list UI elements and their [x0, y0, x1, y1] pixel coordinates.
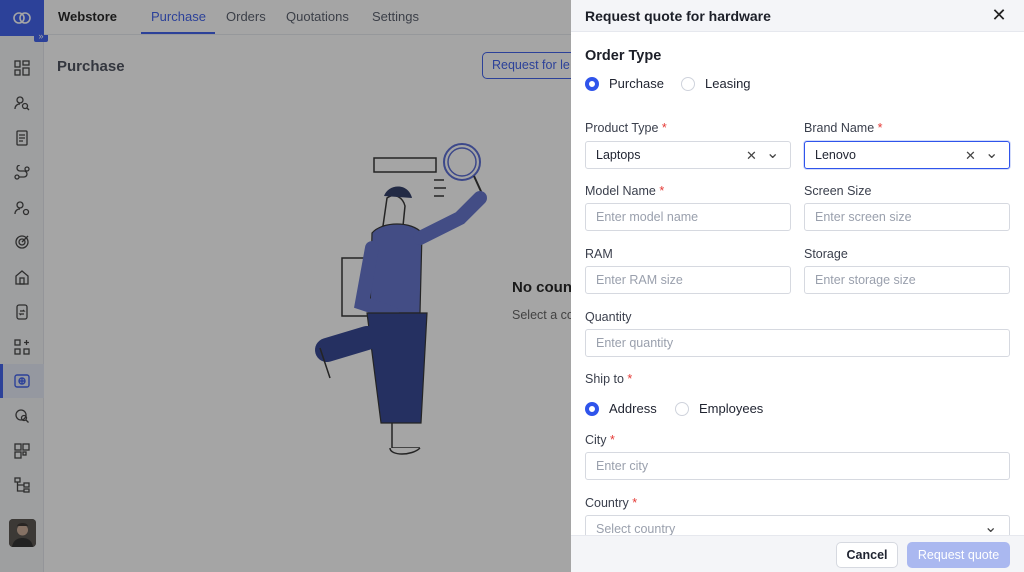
country-placeholder: Select country [596, 522, 676, 536]
radio-purchase[interactable] [585, 77, 599, 91]
ship-to-label: Ship to * [585, 372, 633, 386]
radio-leasing-label[interactable]: Leasing [705, 76, 751, 91]
model-name-input[interactable]: Enter model name [585, 203, 791, 231]
quantity-input[interactable]: Enter quantity [585, 329, 1010, 357]
country-label: Country * [585, 496, 638, 510]
city-input[interactable]: Enter city [585, 452, 1010, 480]
chevron-down-icon[interactable]: ⌄ [766, 143, 779, 163]
storage-label: Storage [804, 247, 848, 261]
drawer-header: Request quote for hardware ✕ [571, 0, 1024, 32]
brand-name-select[interactable]: Lenovo ✕ ⌄ [804, 141, 1010, 169]
model-name-label: Model Name * [585, 184, 665, 198]
screen-size-label: Screen Size [804, 184, 872, 198]
storage-input[interactable]: Enter storage size [804, 266, 1010, 294]
radio-employees[interactable] [675, 402, 689, 416]
clear-icon[interactable]: ✕ [965, 148, 976, 164]
radio-employees-label[interactable]: Employees [699, 401, 763, 416]
brand-name-label: Brand Name * [804, 121, 883, 135]
radio-address-label[interactable]: Address [609, 401, 657, 416]
drawer-title: Request quote for hardware [585, 8, 771, 24]
request-quote-button[interactable]: Request quote [907, 542, 1010, 568]
screen-size-input[interactable]: Enter screen size [804, 203, 1010, 231]
cancel-button[interactable]: Cancel [836, 542, 898, 568]
city-label: City * [585, 433, 615, 447]
product-type-value: Laptops [596, 148, 641, 162]
drawer-footer: Cancel Request quote [571, 535, 1024, 572]
ram-label: RAM [585, 247, 613, 261]
radio-leasing[interactable] [681, 77, 695, 91]
product-type-label: Product Type * [585, 121, 667, 135]
ram-input[interactable]: Enter RAM size [585, 266, 791, 294]
chevron-down-icon[interactable]: ⌄ [984, 517, 997, 537]
radio-purchase-label[interactable]: Purchase [609, 76, 664, 91]
order-type-heading: Order Type [585, 48, 662, 64]
request-quote-drawer: Request quote for hardware ✕ Order Type … [571, 0, 1024, 572]
product-type-select[interactable]: Laptops ✕ ⌄ [585, 141, 791, 169]
quantity-label: Quantity [585, 310, 632, 324]
chevron-down-icon[interactable]: ⌄ [985, 143, 998, 163]
clear-icon[interactable]: ✕ [746, 148, 757, 164]
close-icon[interactable]: ✕ [991, 6, 1007, 24]
brand-name-value: Lenovo [815, 148, 857, 162]
radio-address[interactable] [585, 402, 599, 416]
